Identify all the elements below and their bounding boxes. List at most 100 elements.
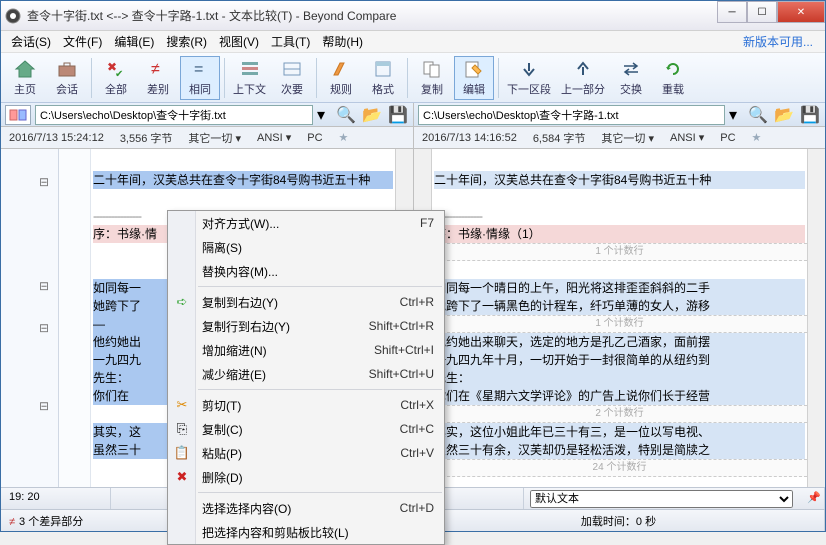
collapse-icon[interactable]: ⊟ xyxy=(39,279,49,293)
minimize-button[interactable]: ─ xyxy=(717,1,747,23)
infobar: 2016/7/13 15:24:12 3,556 字节 其它一切 ▾ ANSI … xyxy=(1,127,825,149)
text-line[interactable]: 序：书缘·情缘（1） xyxy=(434,225,805,243)
dropdown-icon[interactable]: ▾ xyxy=(317,105,331,125)
home-button[interactable]: 主页 xyxy=(5,56,45,100)
ctx-align[interactable]: 对齐方式(W)...F7 xyxy=(168,211,444,235)
ctx-delete[interactable]: ✖删除(D) xyxy=(168,465,444,489)
eol[interactable]: PC xyxy=(307,132,322,144)
path-input-left[interactable] xyxy=(35,105,313,125)
all-icon: ✖✔ xyxy=(104,58,128,80)
diff-button[interactable]: ≠差别 xyxy=(138,56,178,100)
ctx-copyline-right[interactable]: 复制行到右边(Y)Shift+Ctrl+R xyxy=(168,314,444,338)
ctx-select-selection[interactable]: 选择选择内容(O)Ctrl+D xyxy=(168,496,444,520)
search-icon[interactable]: 🔍 xyxy=(335,105,357,125)
separator xyxy=(316,58,317,98)
search-icon[interactable]: 🔍 xyxy=(747,105,769,125)
text-line[interactable]: 她跨下了一辆黑色的计程车，纤巧单薄的女人，游移 xyxy=(434,297,805,315)
ctx-copy-right[interactable]: ➪复制到右边(Y)Ctrl+R xyxy=(168,290,444,314)
info-left: 2016/7/13 15:24:12 3,556 字节 其它一切 ▾ ANSI … xyxy=(1,127,413,148)
ctx-indent-dec[interactable]: 减少缩进(E)Shift+Ctrl+U xyxy=(168,362,444,386)
titlebar: 查令十字街.txt <--> 查令十字路-1.txt - 文本比较(T) - B… xyxy=(1,1,825,31)
text-line[interactable]: 其实，这位小姐此年已三十有三，是一位以写电视、 xyxy=(434,423,805,441)
path-left: ▾ 🔍 📂 💾 xyxy=(1,103,413,126)
text-line[interactable]: 你们在《星期六文学评论》的广告上说你们长于经营 xyxy=(434,387,805,405)
timestamp: 2016/7/13 14:16:52 xyxy=(422,132,517,144)
copy-button[interactable]: 复制 xyxy=(412,56,452,100)
edit-button[interactable]: 编辑 xyxy=(454,56,494,100)
text-line[interactable]: 如同每一个晴日的上午，阳光将这排歪歪斜斜的二手 xyxy=(434,279,805,297)
nextsec-button[interactable]: 下一区段 xyxy=(503,56,555,100)
paste-icon: 📋 xyxy=(173,444,191,462)
pin-icon[interactable]: 📌 xyxy=(799,488,825,509)
menu-session[interactable]: 会话(S) xyxy=(5,31,57,52)
ctx-paste[interactable]: 📋粘贴(P)Ctrl+V xyxy=(168,441,444,465)
charset[interactable]: ANSI ▾ xyxy=(670,131,704,144)
left-gutter: ⊟ ⊟ ⊟ ⊟ xyxy=(1,149,59,511)
scrollbar[interactable] xyxy=(807,149,825,511)
open-icon[interactable]: 📂 xyxy=(773,105,795,125)
charset[interactable]: ANSI ▾ xyxy=(257,131,291,144)
delete-icon: ✖ xyxy=(173,468,191,486)
same-icon: = xyxy=(188,58,212,80)
load-time: 加载时间：0 秒 xyxy=(413,510,825,531)
star-icon: ★ xyxy=(339,131,349,144)
rules-button[interactable]: 规则 xyxy=(321,56,361,100)
ctx-indent-inc[interactable]: 增加缩进(N)Shift+Ctrl+I xyxy=(168,338,444,362)
ctx-cut[interactable]: ✂剪切(T)Ctrl+X xyxy=(168,393,444,417)
text-line[interactable]: 先生： xyxy=(434,369,805,387)
all-button[interactable]: ✖✔全部 xyxy=(96,56,136,100)
context-button[interactable]: 上下文 xyxy=(229,56,270,100)
save-icon[interactable]: 💾 xyxy=(387,105,409,125)
save-icon[interactable]: 💾 xyxy=(799,105,821,125)
path-input-right[interactable] xyxy=(418,105,725,125)
update-link[interactable]: 新版本可用... xyxy=(743,33,821,50)
separator xyxy=(407,58,408,98)
ctx-replace[interactable]: 替换内容(M)... xyxy=(168,259,444,283)
right-pane[interactable]: 二十年间，汉芙总共在查令十字街84号购书近五十种 ---------------… xyxy=(413,149,825,511)
swap-button[interactable]: 交换 xyxy=(611,56,651,100)
encoding[interactable]: 其它一切 ▾ xyxy=(188,130,241,146)
text-mode-select[interactable]: 默认文本 xyxy=(530,490,793,508)
menu-search[interactable]: 搜索(R) xyxy=(160,31,213,52)
text-line[interactable]: 二十年间，汉芙总共在查令十字街84号购书近五十种 xyxy=(434,171,805,189)
text-line[interactable]: 他约她出来聊天，选定的地方是孔乙己酒家，面前摆 xyxy=(434,333,805,351)
text-line[interactable]: 虽然三十有余，汉芙却仍是轻松活泼，特别是简牍之 xyxy=(434,441,805,459)
separator xyxy=(498,58,499,98)
left-fold xyxy=(59,149,91,511)
up-icon xyxy=(571,58,595,80)
rules-icon xyxy=(329,58,353,80)
ctx-compare-clipboard[interactable]: 把选择内容和剪贴板比较(L) xyxy=(168,520,444,544)
maximize-button[interactable]: ☐ xyxy=(747,1,777,23)
reload-button[interactable]: 重载 xyxy=(653,56,693,100)
menu-tools[interactable]: 工具(T) xyxy=(265,31,316,52)
session-button[interactable]: 会话 xyxy=(47,56,87,100)
collapse-icon[interactable]: ⊟ xyxy=(39,321,49,335)
ctx-copy[interactable]: ⎘复制(C)Ctrl+C xyxy=(168,417,444,441)
close-button[interactable]: ✕ xyxy=(777,1,825,23)
collapse-icon[interactable]: ⊟ xyxy=(39,175,49,189)
ctx-isolate[interactable]: 隔离(S) xyxy=(168,235,444,259)
thumb-left[interactable] xyxy=(5,105,31,125)
text-line[interactable]: 一九四九年十月，一切开始于一封很简单的从纽约到 xyxy=(434,351,805,369)
open-icon[interactable]: 📂 xyxy=(361,105,383,125)
collapse-icon[interactable]: ⊟ xyxy=(39,399,49,413)
menu-file[interactable]: 文件(F) xyxy=(57,31,108,52)
dropdown-icon[interactable]: ▾ xyxy=(729,105,743,125)
text-line[interactable]: ---------------- xyxy=(434,207,805,225)
text-line[interactable]: 二十年间，汉芙总共在查令十字街84号购书近五十种 xyxy=(93,171,393,189)
minor-button[interactable]: 次要 xyxy=(272,56,312,100)
prevpart-button[interactable]: 上一部分 xyxy=(557,56,609,100)
separator xyxy=(224,58,225,98)
menu-edit[interactable]: 编辑(E) xyxy=(108,31,160,52)
format-button[interactable]: 格式 xyxy=(363,56,403,100)
encoding[interactable]: 其它一切 ▾ xyxy=(601,130,654,146)
eol[interactable]: PC xyxy=(720,132,735,144)
menu-view[interactable]: 视图(V) xyxy=(213,31,265,52)
cursor-pos-left: 19: 20 xyxy=(1,488,111,509)
same-button[interactable]: =相同 xyxy=(180,56,220,100)
menu-help[interactable]: 帮助(H) xyxy=(316,31,369,52)
svg-text:✔: ✔ xyxy=(115,69,123,79)
swap-icon xyxy=(619,58,643,80)
right-content[interactable]: 二十年间，汉芙总共在查令十字街84号购书近五十种 ---------------… xyxy=(432,149,807,511)
separator xyxy=(91,58,92,98)
